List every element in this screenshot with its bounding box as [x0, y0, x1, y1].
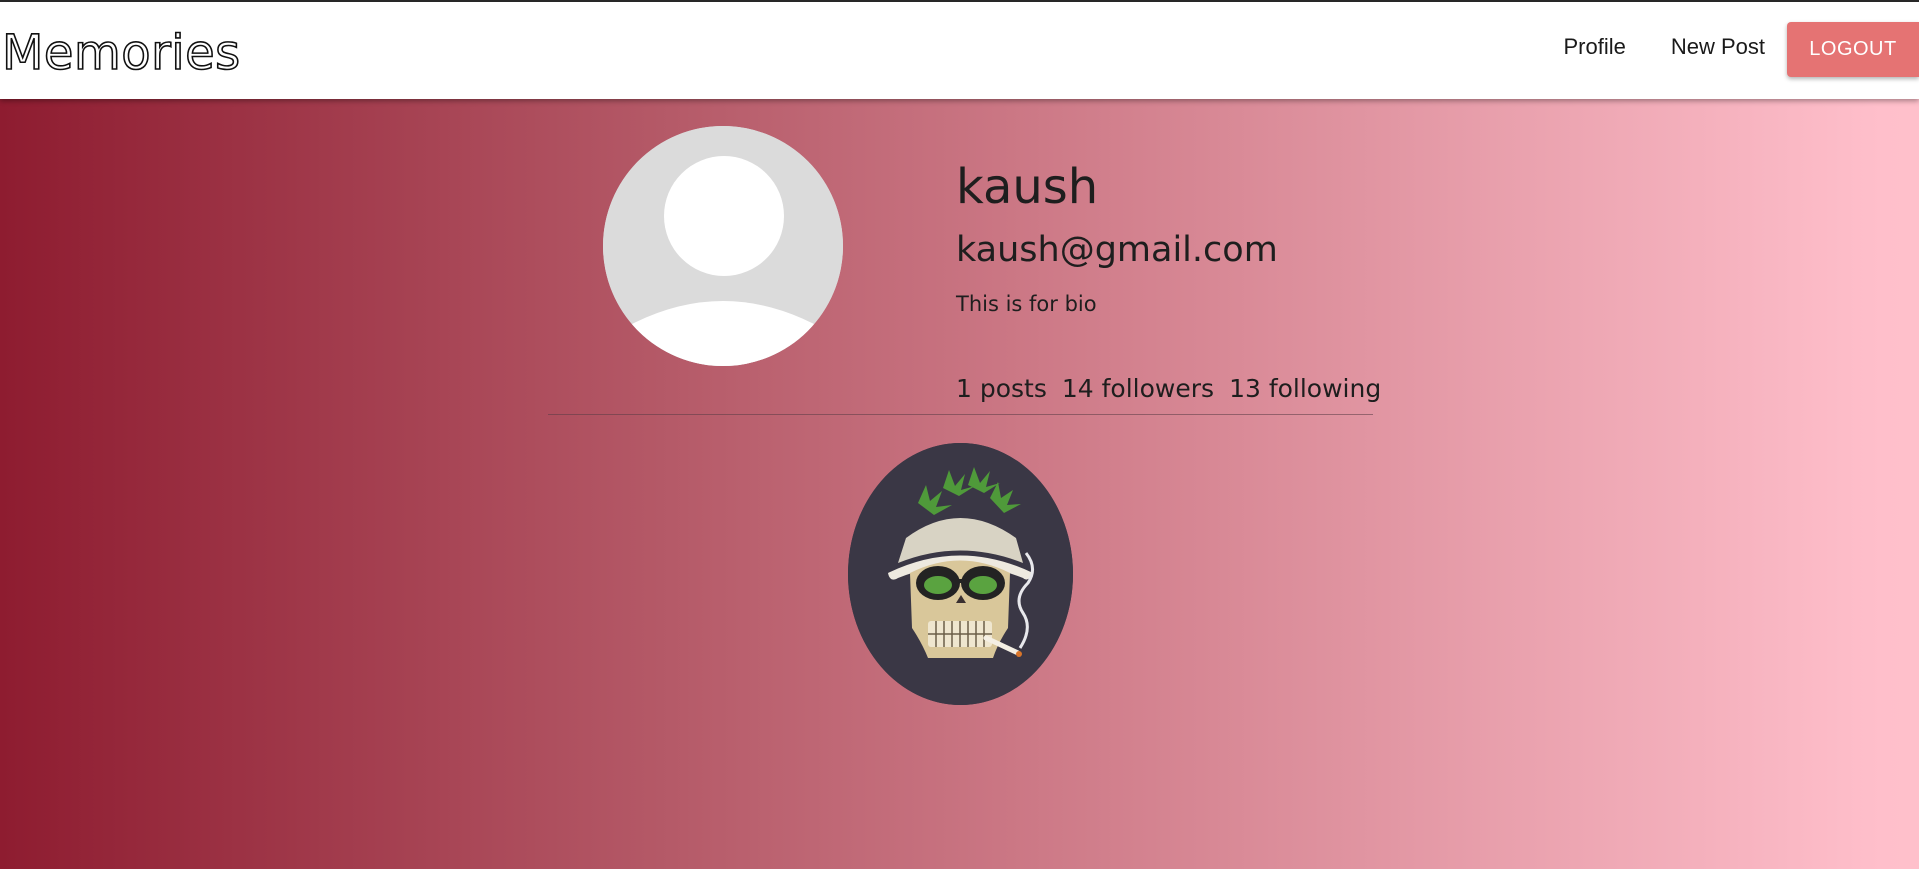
- profile-email: kaush@gmail.com: [956, 230, 1278, 270]
- nav-links: Profile New Post LOGOUT: [1563, 2, 1919, 99]
- brand-logo[interactable]: Memories: [1, 24, 241, 82]
- following-count[interactable]: 13 following: [1229, 373, 1381, 405]
- logout-button[interactable]: LOGOUT: [1787, 22, 1919, 77]
- profile-info: kaush kaush@gmail.com This is for bio: [956, 159, 1278, 317]
- profile-bio: This is for bio: [956, 292, 1097, 316]
- profile-main: kaush kaush@gmail.com This is for bio 1 …: [0, 99, 1919, 870]
- profile-username: kaush: [956, 159, 1099, 215]
- navbar: Memories Profile New Post LOGOUT: [0, 2, 1919, 99]
- default-avatar-icon: [603, 126, 843, 366]
- skull-post-image-icon: [848, 443, 1073, 705]
- posts-count: 1 posts: [956, 374, 1047, 403]
- post-thumbnail[interactable]: [848, 443, 1073, 705]
- nav-link-profile[interactable]: Profile: [1563, 34, 1625, 60]
- profile-stats: 1 posts 14 followers 13 following: [956, 373, 1396, 405]
- divider: [548, 414, 1373, 415]
- followers-count[interactable]: 14 followers: [1062, 373, 1214, 405]
- page: Memories Profile New Post LOGOUT kaush k…: [0, 0, 1919, 870]
- nav-link-new-post[interactable]: New Post: [1671, 34, 1765, 60]
- user-avatar-icon: [603, 126, 843, 366]
